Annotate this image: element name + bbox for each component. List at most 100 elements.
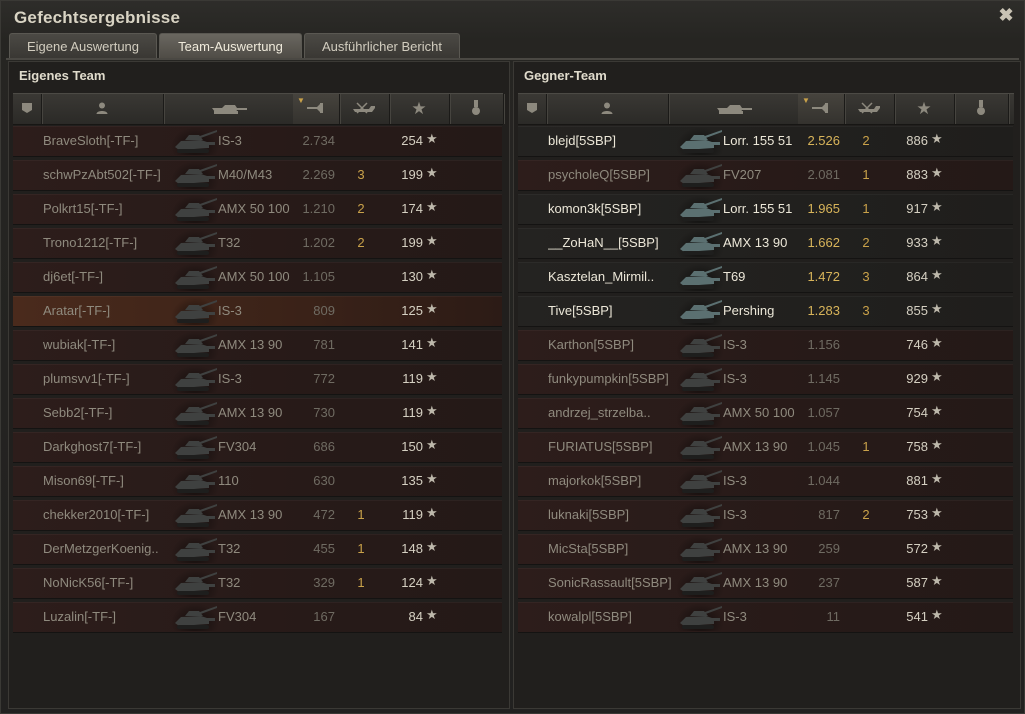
header-tank-icon[interactable]: [163, 94, 294, 124]
kills-value: 3: [862, 303, 870, 318]
tank-icon: [676, 365, 724, 393]
tank-icon: [171, 365, 219, 393]
tab-detailed-report[interactable]: Ausführlicher Bericht: [304, 33, 460, 59]
player-row[interactable]: FURIATUS[5SBP] AMX 13 90 1.045 1 758 ★: [518, 432, 1013, 463]
xp-value: 135: [401, 473, 423, 488]
tank-icon: [676, 535, 724, 563]
header-player-icon[interactable]: [41, 94, 164, 124]
header-platoon-icon[interactable]: [13, 94, 42, 124]
player-row[interactable]: Aratar[-TF-] IS-3 809 125 ★: [13, 296, 502, 327]
header-medal-icon[interactable]: [449, 94, 504, 124]
player-row[interactable]: Polkrt15[-TF-] AMX 50 100 1.210 2 174 ★: [13, 194, 502, 225]
header-medal-icon[interactable]: [954, 94, 1009, 124]
xp-value: 754: [906, 405, 928, 420]
xp-value: 864: [906, 269, 928, 284]
player-row[interactable]: andrzej_strzelba.. AMX 50 100 1.057 754 ★: [518, 398, 1013, 429]
tank-icon: [676, 127, 724, 155]
tank-icon: [171, 297, 219, 325]
header-damage-icon[interactable]: ▼: [798, 94, 845, 124]
player-row[interactable]: Karthon[5SBP] IS-3 1.156 746 ★: [518, 330, 1013, 361]
player-row[interactable]: dj6et[-TF-] AMX 50 100 1.105 130 ★: [13, 262, 502, 293]
xp-star-icon: ★: [426, 369, 438, 384]
tank-icon: [676, 501, 724, 529]
player-name: DerMetzgerKoenig..: [43, 541, 159, 556]
player-row[interactable]: chekker2010[-TF-] AMX 13 90 472 1 119 ★: [13, 500, 502, 531]
xp-value: 141: [401, 337, 423, 352]
player-row[interactable]: luknaki[5SBP] IS-3 817 2 753 ★: [518, 500, 1013, 531]
tank-icon: [676, 161, 724, 189]
xp-star-icon: ★: [426, 573, 438, 588]
tank-icon: [171, 195, 219, 223]
xp-star-icon: ★: [426, 607, 438, 622]
damage-value: 817: [818, 507, 840, 522]
player-name: plumsvv1[-TF-]: [43, 371, 130, 386]
damage-value: 259: [818, 541, 840, 556]
player-row[interactable]: __ZoHaN__[5SBP] AMX 13 90 1.662 2 933 ★: [518, 228, 1013, 259]
player-row[interactable]: MicSta[5SBP] AMX 13 90 259 572 ★: [518, 534, 1013, 565]
tank-icon: [171, 535, 219, 563]
xp-star-icon: ★: [426, 403, 438, 418]
header-platoon-icon[interactable]: [518, 94, 547, 124]
sort-indicator-icon: ▼: [297, 96, 305, 105]
player-row[interactable]: Luzalin[-TF-] FV304 167 84 ★: [13, 602, 502, 633]
player-row[interactable]: majorkok[5SBP] IS-3 1.044 881 ★: [518, 466, 1013, 497]
tank-icon: [676, 399, 724, 427]
tank-icon: [171, 433, 219, 461]
kills-value: 1: [357, 541, 365, 556]
player-row[interactable]: SonicRassault[5SBP] AMX 13 90 237 587 ★: [518, 568, 1013, 599]
player-row[interactable]: Sebb2[-TF-] AMX 13 90 730 119 ★: [13, 398, 502, 429]
header-xp-star-icon[interactable]: ★: [389, 94, 450, 124]
close-icon[interactable]: ✖: [997, 6, 1015, 24]
header-xp-star-icon[interactable]: ★: [894, 94, 955, 124]
header-kills-icon[interactable]: [844, 94, 895, 124]
own-team-title: Eigenes Team: [19, 68, 106, 83]
player-name: Polkrt15[-TF-]: [43, 201, 123, 216]
player-row[interactable]: Kasztelan_Mirmil.. T69 1.472 3 864 ★: [518, 262, 1013, 293]
kills-value: 2: [357, 235, 365, 250]
kills-value: 3: [862, 269, 870, 284]
damage-value: 781: [313, 337, 335, 352]
player-row[interactable]: komon3k[5SBP] Lorr. 155 51 1.965 1 917 ★: [518, 194, 1013, 225]
xp-value: 746: [906, 337, 928, 352]
player-row[interactable]: Tive[5SBP] Pershing 1.283 3 855 ★: [518, 296, 1013, 327]
xp-star-icon: ★: [426, 471, 438, 486]
xp-value: 929: [906, 371, 928, 386]
tab-personal-results[interactable]: Eigene Auswertung: [9, 33, 157, 59]
xp-value: 753: [906, 507, 928, 522]
player-row[interactable]: wubiak[-TF-] AMX 13 90 781 141 ★: [13, 330, 502, 361]
player-row[interactable]: Mison69[-TF-] 110 630 135 ★: [13, 466, 502, 497]
kills-value: 2: [862, 235, 870, 250]
player-row[interactable]: plumsvv1[-TF-] IS-3 772 119 ★: [13, 364, 502, 395]
player-row[interactable]: BraveSloth[-TF-] IS-3 2.734 254 ★: [13, 126, 502, 157]
xp-value: 587: [906, 575, 928, 590]
header-player-icon[interactable]: [546, 94, 669, 124]
header-tank-icon[interactable]: [668, 94, 799, 124]
player-row[interactable]: funkypumpkin[5SBP] IS-3 1.145 929 ★: [518, 364, 1013, 395]
damage-value: 809: [313, 303, 335, 318]
xp-star-icon: ★: [426, 199, 438, 214]
tank-icon: [676, 263, 724, 291]
damage-icon: [305, 101, 327, 118]
enemy-team-title: Gegner-Team: [524, 68, 607, 83]
player-row[interactable]: psycholeQ[5SBP] FV207 2.081 1 883 ★: [518, 160, 1013, 191]
xp-star-icon: ★: [931, 267, 943, 282]
player-row[interactable]: kowalpl[5SBP] IS-3 11 541 ★: [518, 602, 1013, 633]
player-name: MicSta[5SBP]: [548, 541, 629, 556]
xp-star-icon: ★: [916, 99, 932, 118]
player-row[interactable]: blejd[5SBP] Lorr. 155 51 2.526 2 886 ★: [518, 126, 1013, 157]
player-name: FURIATUS[5SBP]: [548, 439, 653, 454]
xp-value: 150: [401, 439, 423, 454]
player-name: Luzalin[-TF-]: [43, 609, 116, 624]
player-row[interactable]: schwPzAbt502[-TF-] M40/M43 2.269 3 199 ★: [13, 160, 502, 191]
header-kills-icon[interactable]: [339, 94, 390, 124]
kills-value: 1: [862, 167, 870, 182]
player-name: dj6et[-TF-]: [43, 269, 103, 284]
player-row[interactable]: DerMetzgerKoenig.. T32 455 1 148 ★: [13, 534, 502, 565]
header-damage-icon[interactable]: ▼: [293, 94, 340, 124]
kills-icon: [856, 101, 882, 118]
player-row[interactable]: Trono1212[-TF-] T32 1.202 2 199 ★: [13, 228, 502, 259]
player-row[interactable]: NoNicK56[-TF-] T32 329 1 124 ★: [13, 568, 502, 599]
player-row[interactable]: Darkghost7[-TF-] FV304 686 150 ★: [13, 432, 502, 463]
tab-team-results[interactable]: Team-Auswertung: [159, 33, 302, 59]
xp-star-icon: ★: [931, 233, 943, 248]
